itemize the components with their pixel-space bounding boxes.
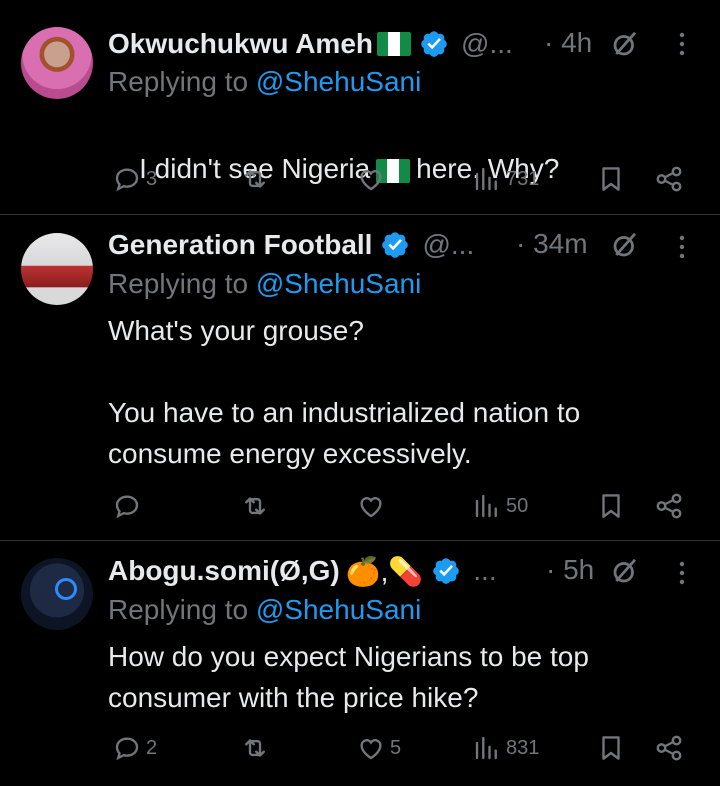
grok-icon[interactable] xyxy=(610,230,640,260)
author-handle[interactable]: ... xyxy=(473,555,496,587)
author-name[interactable]: Abogu.somi(Ø,G) xyxy=(108,555,340,587)
reply-icon xyxy=(112,733,142,763)
more-icon[interactable] xyxy=(672,29,692,59)
reply-button[interactable]: 3 xyxy=(112,164,157,194)
retweet-button[interactable] xyxy=(240,733,270,763)
bookmark-icon xyxy=(596,491,626,521)
share-button[interactable] xyxy=(654,733,684,763)
verified-badge-icon[interactable] xyxy=(419,29,449,59)
timestamp[interactable]: · 5h xyxy=(546,554,594,586)
grok-icon[interactable] xyxy=(610,556,640,586)
like-count: 5 xyxy=(390,736,402,759)
reply-count: 3 xyxy=(146,167,158,190)
replying-to: Replying to @ShehuSani xyxy=(108,66,421,98)
retweet-button[interactable] xyxy=(240,164,270,194)
share-button[interactable] xyxy=(654,164,684,194)
views-icon xyxy=(472,164,502,194)
name-emojis: 🍊,💊 xyxy=(345,555,424,587)
replying-to-prefix: Replying to xyxy=(108,268,249,299)
reply-button[interactable]: 2 xyxy=(112,733,157,763)
verified-badge-icon[interactable] xyxy=(431,556,461,586)
avatar[interactable] xyxy=(21,233,93,305)
tweet-header: Generation Football @... xyxy=(108,228,474,262)
timestamp[interactable]: · 4h xyxy=(544,27,592,59)
avatar[interactable] xyxy=(21,27,93,99)
tweet-header: Okwuchukwu Ameh @... xyxy=(108,27,513,61)
tweet-actions: 2 5 831 xyxy=(0,733,720,767)
like-icon xyxy=(356,491,386,521)
bookmark-button[interactable] xyxy=(596,491,626,521)
tweet-text: How do you expect Nigerians to be top co… xyxy=(108,641,597,713)
retweet-icon xyxy=(240,733,270,763)
bookmark-button[interactable] xyxy=(596,164,626,194)
tweet-header: Abogu.somi(Ø,G) 🍊,💊 ... xyxy=(108,554,497,588)
tweet-actions: 50 xyxy=(0,491,720,525)
retweet-button[interactable] xyxy=(240,491,270,521)
like-button[interactable] xyxy=(356,164,386,194)
share-button[interactable] xyxy=(654,491,684,521)
author-name[interactable]: Generation Football xyxy=(108,229,372,261)
replying-to-handle[interactable]: @ShehuSani xyxy=(256,268,421,299)
reply-button[interactable] xyxy=(112,491,142,521)
views-button[interactable]: 50 xyxy=(472,491,528,521)
tweet[interactable]: Okwuchukwu Ameh @... · 4h Replying to @S… xyxy=(0,0,720,214)
author-name[interactable]: Okwuchukwu Ameh xyxy=(108,28,373,60)
replying-to-handle[interactable]: @ShehuSani xyxy=(256,66,421,97)
replying-to-prefix: Replying to xyxy=(108,66,249,97)
tweet-text: What's your grouse? You have to an indus… xyxy=(108,315,581,469)
like-icon xyxy=(356,164,386,194)
more-icon[interactable] xyxy=(672,558,692,588)
tweet-actions: 3 731 xyxy=(0,164,720,198)
bookmark-button[interactable] xyxy=(596,733,626,763)
views-icon xyxy=(472,491,502,521)
more-icon[interactable] xyxy=(672,232,692,262)
views-count: 731 xyxy=(506,167,540,190)
replying-to-handle[interactable]: @ShehuSani xyxy=(256,594,421,625)
reply-icon xyxy=(112,164,142,194)
share-icon xyxy=(654,164,684,194)
reply-count: 2 xyxy=(146,736,158,759)
replying-to: Replying to @ShehuSani xyxy=(108,268,421,300)
retweet-icon xyxy=(240,164,270,194)
nigeria-flag-icon xyxy=(377,32,412,56)
bookmark-icon xyxy=(596,164,626,194)
replying-to: Replying to @ShehuSani xyxy=(108,594,421,626)
reply-icon xyxy=(112,491,142,521)
avatar[interactable] xyxy=(21,558,93,630)
replying-to-prefix: Replying to xyxy=(108,594,249,625)
tweet[interactable]: Abogu.somi(Ø,G) 🍊,💊 ... · 5h Replying to… xyxy=(0,541,720,786)
timestamp[interactable]: · 34m xyxy=(516,228,588,260)
views-button[interactable]: 731 xyxy=(472,164,539,194)
share-icon xyxy=(654,733,684,763)
views-count: 50 xyxy=(506,494,529,517)
bookmark-icon xyxy=(596,733,626,763)
like-icon xyxy=(356,733,386,763)
views-count: 831 xyxy=(506,736,540,759)
retweet-icon xyxy=(240,491,270,521)
verified-badge-icon[interactable] xyxy=(380,230,410,260)
avatar-logo xyxy=(55,578,77,600)
share-icon xyxy=(654,491,684,521)
author-handle[interactable]: @... xyxy=(461,28,513,60)
like-button[interactable]: 5 xyxy=(356,733,401,763)
like-button[interactable] xyxy=(356,491,386,521)
views-button[interactable]: 831 xyxy=(472,733,539,763)
tweet[interactable]: Generation Football @... · 34m Replying … xyxy=(0,215,720,540)
grok-icon[interactable] xyxy=(610,29,640,59)
views-icon xyxy=(472,733,502,763)
author-handle[interactable]: @... xyxy=(422,229,474,261)
